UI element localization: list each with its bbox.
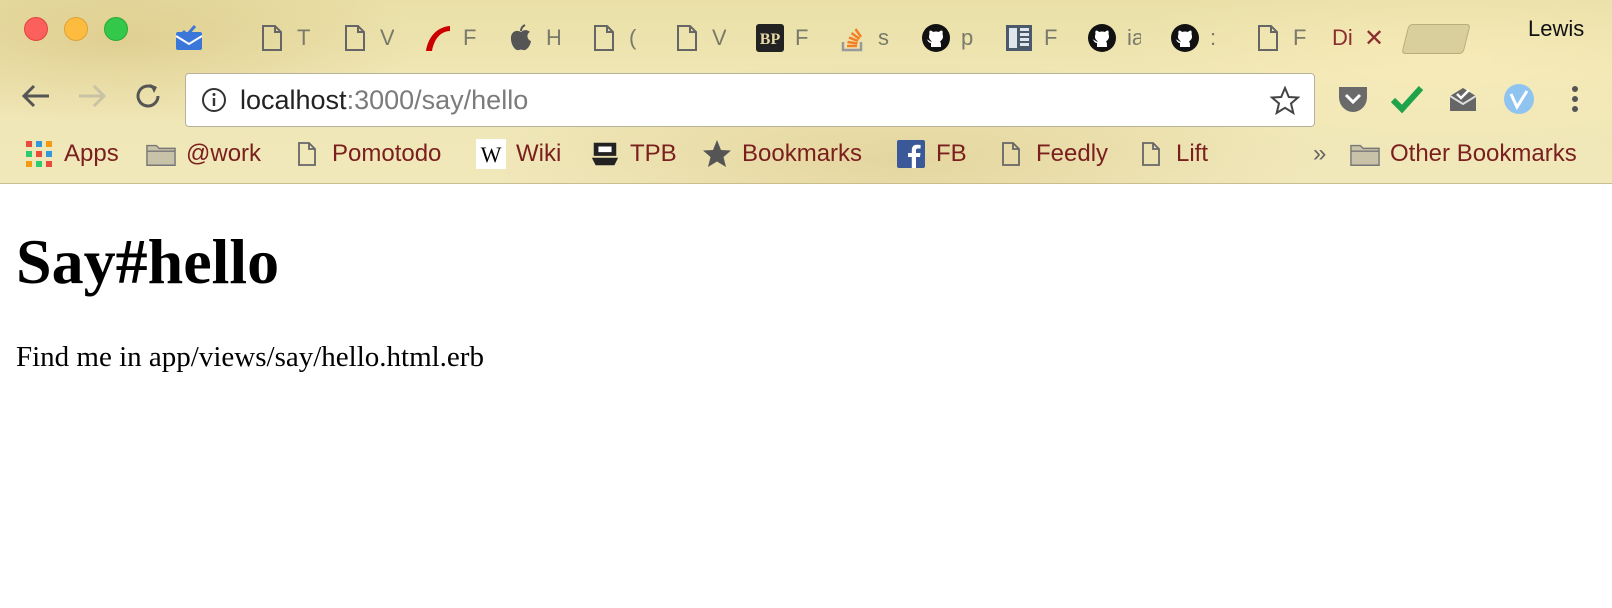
wikipedia-icon: W [476,139,506,169]
profile-name[interactable]: Lewis [1528,16,1584,42]
page-icon [672,23,702,53]
mail-check-extension-icon[interactable] [1446,82,1480,116]
bookmark-label: FB [936,140,967,167]
reload-button[interactable] [130,80,166,116]
folder-icon [146,139,176,169]
bookmark-label: Lift [1176,140,1209,167]
bookmark-label: TPB [630,140,677,167]
tab-title: Di [1332,25,1353,50]
bookmark-tpb[interactable]: TPB [590,136,677,172]
folder-icon [1350,139,1380,169]
page-icon [292,139,322,169]
close-tab-icon[interactable]: ✕ [1364,24,1384,53]
bookmark-label: Apps [64,140,119,167]
inbox-icon [174,23,204,53]
forward-button[interactable] [74,80,110,116]
page-paragraph: Find me in app/views/say/hello.html.erb [16,341,484,373]
close-window-button[interactable] [24,17,48,41]
apps-grid-icon [24,139,54,169]
bookmark-label: Other Bookmarks [1390,140,1577,167]
bookmark-lift[interactable]: Lift [1136,136,1208,172]
bp-icon: BP [755,23,785,53]
svg-text:BP: BP [760,31,781,48]
page-icon [1136,139,1166,169]
apple-icon [506,23,536,53]
bookmark-apps[interactable]: Apps [24,136,119,172]
back-button[interactable] [18,80,54,116]
address-bar[interactable]: localhost:3000/say/hello [185,73,1315,127]
browser-chrome: T V F H (V BP F s p F ia: F Di ✕ Lewis… [0,0,1612,184]
reload-icon [133,81,163,116]
bookmark-wiki[interactable]: W Wiki [476,136,561,172]
bookmark-bookmarks[interactable]: Bookmarks [702,136,862,172]
bookmark-label: Feedly [1036,140,1109,167]
bookmark-label: @work [186,140,262,167]
bookmark-label: Pomotodo [332,140,442,167]
github-icon [1087,23,1117,53]
bookmark-star-icon[interactable] [1268,84,1302,118]
page-icon [996,139,1026,169]
page-icon [257,23,287,53]
bookmark-folder-work[interactable]: @work [146,136,261,172]
new-tab-button[interactable] [1401,24,1471,54]
page-icon [340,23,370,53]
pocket-extension-icon[interactable] [1336,82,1370,116]
bookmark-label: Bookmarks [742,140,863,167]
page-content: Say#hello Find me in app/views/say/hello… [16,185,1596,374]
url-host: localhost [240,84,347,115]
vimeo-extension-icon[interactable] [1502,82,1536,116]
bookmark-feedly[interactable]: Feedly [996,136,1108,172]
checkmark-extension-icon[interactable] [1390,82,1424,116]
maximize-window-button[interactable] [104,17,128,41]
minimize-window-button[interactable] [64,17,88,41]
other-bookmarks-folder[interactable]: Other Bookmarks [1350,136,1577,172]
book-icon [1004,23,1034,53]
svg-text:W: W [481,142,502,167]
chevron-double-right-icon: » [1313,140,1327,167]
bookmarks-overflow-button[interactable]: » [1313,136,1326,172]
rails-icon [423,23,453,53]
info-icon[interactable] [200,86,228,114]
facebook-icon [896,139,926,169]
star-icon [702,139,732,169]
page-icon [1253,23,1283,53]
page-title: Say#hello [16,226,280,297]
github-icon [1170,23,1200,53]
stackoverflow-icon [838,23,868,53]
page-icon [589,23,619,53]
forward-arrow-icon [77,83,107,114]
github-icon [921,23,951,53]
back-arrow-icon [21,83,51,114]
url-text[interactable]: localhost:3000/say/hello [240,85,528,116]
tab-active[interactable]: Di ✕ [1302,12,1410,64]
url-path: :3000/say/hello [346,84,529,115]
menu-kebab-icon[interactable] [1558,82,1592,116]
bookmark-fb[interactable]: FB [896,136,967,172]
bookmark-pomotodo[interactable]: Pomotodo [292,136,441,172]
tab-strip: T V F H (V BP F s p F ia: F Di ✕ [140,6,1520,64]
pirate-ship-icon [590,139,620,169]
bookmark-label: Wiki [516,140,562,167]
